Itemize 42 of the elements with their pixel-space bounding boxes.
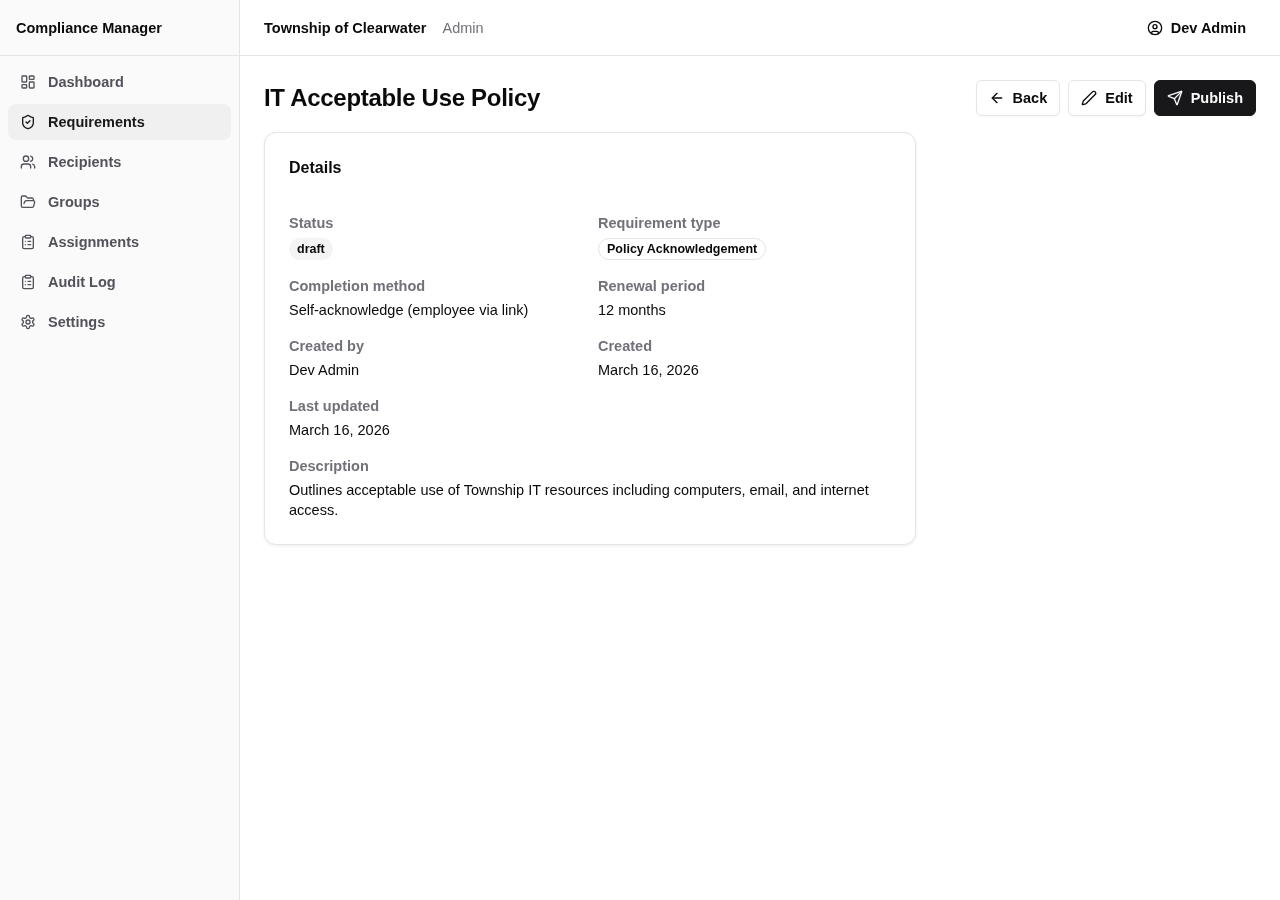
field-value: 12 months xyxy=(598,301,666,320)
status-badge: draft xyxy=(289,238,333,260)
shield-check-icon xyxy=(20,114,36,130)
user-circle-icon xyxy=(1146,19,1163,36)
edit-button[interactable]: Edit xyxy=(1068,80,1146,116)
field-label: Created by xyxy=(289,337,364,356)
field-value: March 16, 2026 xyxy=(289,421,390,440)
page-title: IT Acceptable Use Policy xyxy=(264,84,541,112)
clipboard-list-icon xyxy=(20,274,36,290)
back-button[interactable]: Back xyxy=(975,80,1061,116)
organization-name: Township of Clearwater xyxy=(264,19,427,36)
field-label: Last updated xyxy=(289,397,380,416)
pencil-icon xyxy=(1081,90,1098,106)
publish-button[interactable]: Publish xyxy=(1153,80,1256,116)
sidebar-item[interactable]: Dashboard xyxy=(8,64,231,100)
user-menu-button[interactable]: Dev Admin xyxy=(1136,13,1256,42)
field-value: March 16, 2026 xyxy=(598,361,699,380)
field-label: Created xyxy=(598,337,652,356)
sidebar-item[interactable]: Settings xyxy=(8,304,231,340)
send-icon xyxy=(1166,90,1183,106)
field-label: Completion method xyxy=(289,277,426,296)
app-title: Compliance Manager xyxy=(16,19,162,36)
dashboard-icon xyxy=(20,74,36,90)
card-title: Details xyxy=(289,158,343,178)
sidebar-item[interactable]: Audit Log xyxy=(8,264,231,300)
type-badge: Policy Acknowledgement xyxy=(598,238,767,260)
users-icon xyxy=(20,154,36,170)
sidebar-item[interactable]: Assignments xyxy=(8,224,231,260)
sidebar-item[interactable]: Recipients xyxy=(8,144,231,180)
field-label: Requirement type xyxy=(598,214,721,233)
sidebar-item[interactable]: Groups xyxy=(8,184,231,220)
field-label: Description xyxy=(289,457,369,476)
description-text: Outlines acceptable use of Township IT resources including computers, email, and internet access. xyxy=(289,481,870,520)
field-value: Self-acknowledge (employee via link) xyxy=(289,301,529,320)
sidebar-item[interactable]: Requirements xyxy=(8,104,231,140)
field-label: Status xyxy=(289,214,334,233)
settings-icon xyxy=(20,314,36,330)
field-value: Dev Admin xyxy=(289,361,360,380)
folder-icon xyxy=(20,194,36,210)
role-label: Admin xyxy=(442,19,484,36)
field-label: Renewal period xyxy=(598,277,706,296)
clipboard-list-icon xyxy=(20,234,36,250)
